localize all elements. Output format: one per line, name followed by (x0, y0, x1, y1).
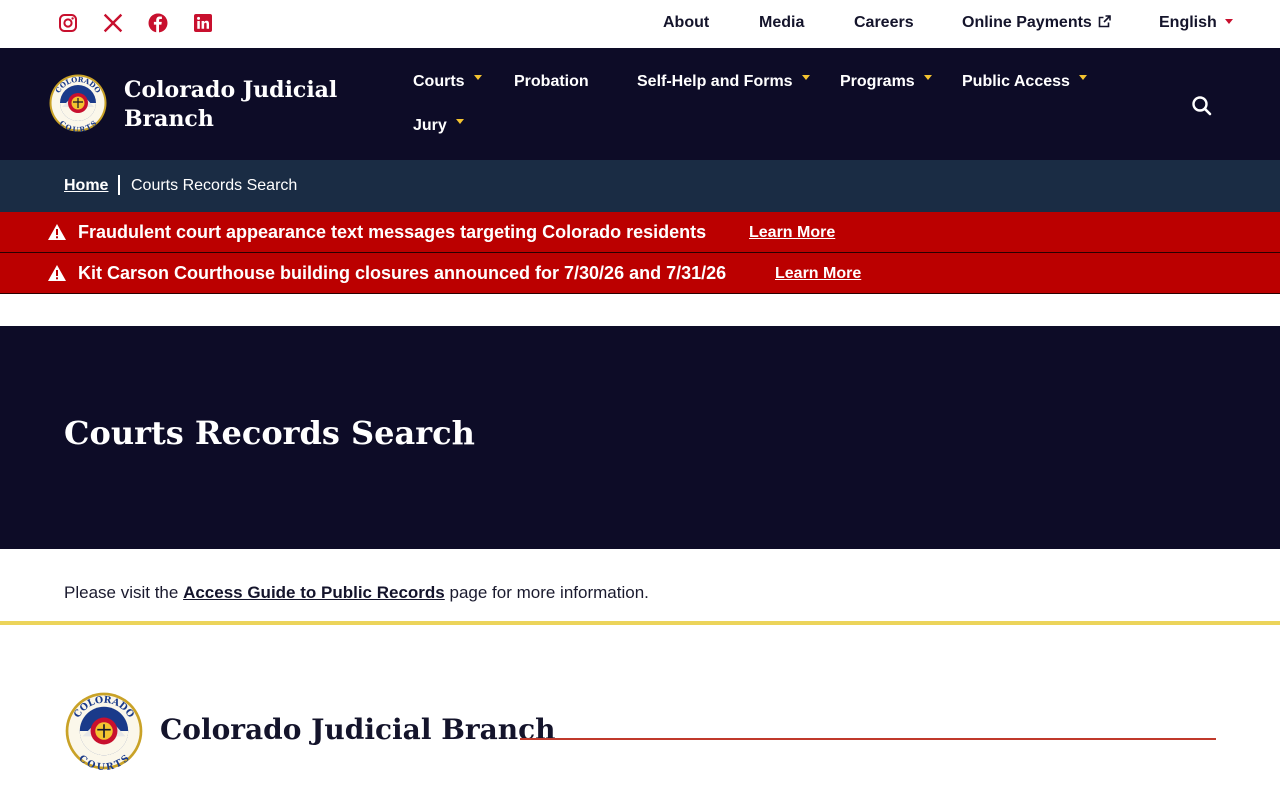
alert-message: Fraudulent court appearance text message… (78, 222, 707, 242)
section-divider (0, 621, 1280, 625)
alert-learn-more-link[interactable]: Learn More (775, 265, 861, 283)
footer-seal-logo[interactable]: COLORADO COURTS (65, 692, 143, 770)
facebook-icon[interactable] (148, 13, 168, 33)
search-icon[interactable] (1190, 94, 1214, 118)
linkedin-icon[interactable] (193, 13, 213, 33)
warning-icon (48, 224, 66, 240)
page-hero: Courts Records Search (0, 326, 1280, 549)
chevron-down-icon (801, 75, 810, 80)
access-guide-link[interactable]: Access Guide to Public Records (183, 583, 445, 602)
nav-courts-label: Courts (413, 73, 465, 90)
info-text: Please visit the Access Guide to Public … (64, 583, 649, 603)
language-label: English (1159, 14, 1217, 31)
nav-public-access[interactable]: Public Access (962, 73, 1087, 91)
nav-courts[interactable]: Courts (413, 73, 482, 91)
main-navigation: COLORADO COURTS Colorado Judicial Branch… (0, 48, 1280, 160)
warning-icon (48, 265, 66, 281)
breadcrumb-separator (118, 175, 120, 195)
alert-message: Kit Carson Courthouse building closures … (78, 263, 727, 283)
chevron-down-icon (923, 75, 932, 80)
footer-brand: Colorado Judicial Branch (160, 713, 556, 746)
alert-banner: Kit Carson Courthouse building closures … (0, 253, 1280, 294)
alert-learn-more-link[interactable]: Learn More (749, 224, 835, 242)
nav-public-access-label: Public Access (962, 73, 1070, 90)
chevron-down-icon (1224, 19, 1233, 24)
nav-jury-label: Jury (413, 117, 447, 134)
chevron-down-icon (473, 75, 482, 80)
footer-divider (520, 738, 1216, 740)
chevron-down-icon (1078, 75, 1087, 80)
instagram-icon[interactable] (58, 13, 78, 33)
media-link[interactable]: Media (759, 14, 804, 32)
x-twitter-icon[interactable] (103, 13, 123, 33)
external-link-icon (1098, 15, 1111, 28)
nav-programs-label: Programs (840, 73, 915, 90)
careers-link[interactable]: Careers (854, 14, 914, 32)
breadcrumb-current: Courts Records Search (131, 177, 298, 194)
site-brand[interactable]: Colorado Judicial Branch (124, 76, 344, 134)
page-title: Courts Records Search (64, 414, 475, 452)
language-selector[interactable]: English (1159, 14, 1233, 32)
online-payments-label: Online Payments (962, 14, 1092, 31)
nav-probation[interactable]: Probation (514, 73, 589, 91)
nav-self-help-label: Self-Help and Forms (637, 73, 793, 90)
nav-programs[interactable]: Programs (840, 73, 932, 91)
info-text-before: Please visit the (64, 583, 184, 602)
alert-banner: Fraudulent court appearance text message… (0, 212, 1280, 253)
nav-jury[interactable]: Jury (413, 117, 464, 135)
breadcrumb-home-link[interactable]: Home (64, 177, 108, 195)
utility-bar: About Media Careers Online Payments Engl… (0, 0, 1280, 48)
info-text-after: page for more information. (444, 583, 649, 602)
breadcrumb: Home Courts Records Search (0, 160, 1280, 212)
online-payments-link[interactable]: Online Payments (962, 14, 1111, 32)
chevron-down-icon (455, 119, 464, 124)
colorado-courts-seal-logo[interactable]: COLORADO COURTS (49, 74, 107, 132)
nav-self-help-forms[interactable]: Self-Help and Forms (637, 73, 810, 91)
about-link[interactable]: About (663, 14, 709, 32)
